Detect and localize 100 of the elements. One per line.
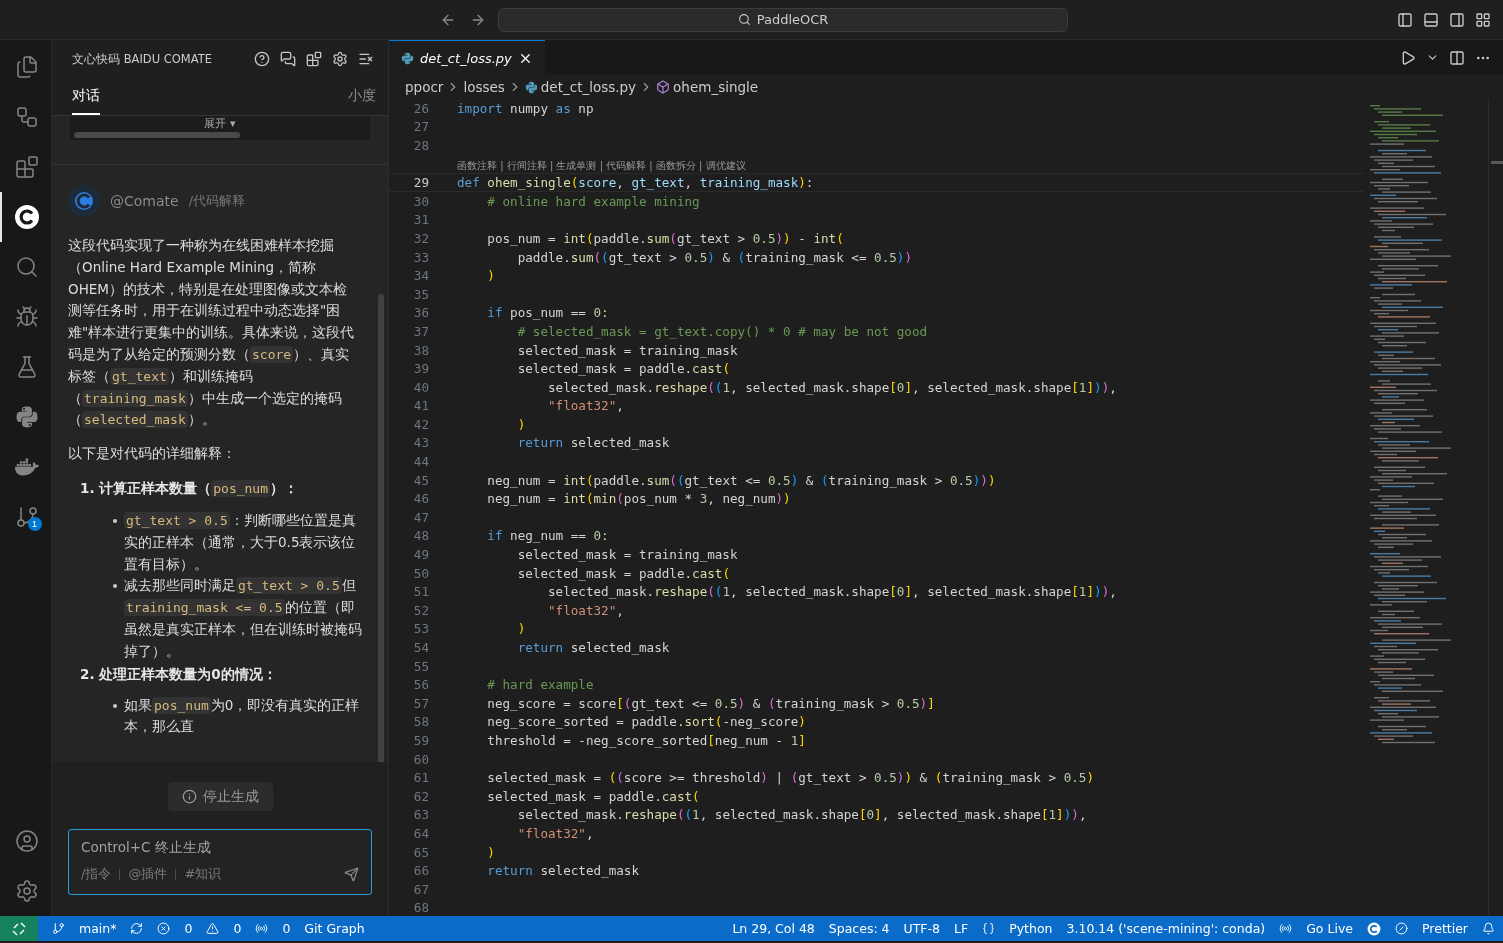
line-number: 47 <box>412 509 429 525</box>
breadcrumb-item[interactable]: ohem_single <box>673 79 759 95</box>
status-item[interactable]: Spaces: 4 <box>828 921 890 936</box>
line-number: 51 <box>412 584 429 600</box>
line-number: 57 <box>412 695 429 711</box>
stop-generating-button[interactable]: 停止生成 <box>167 782 273 811</box>
status-item[interactable]: 0 <box>233 921 242 936</box>
line-number: 49 <box>412 547 429 563</box>
code-line: return selected_mask <box>516 640 670 655</box>
split-editor-icon[interactable] <box>1449 49 1465 66</box>
status-item[interactable]: 0 <box>282 921 291 936</box>
shortcut-link[interactable]: #知识 <box>184 865 222 883</box>
status-item[interactable]: Go Live <box>1306 921 1353 936</box>
code-line: import numpy as np <box>457 100 594 116</box>
search-icon <box>737 13 751 26</box>
code-line: # online hard example mining <box>486 193 700 209</box>
line-number: 68 <box>412 900 429 916</box>
code-lens-actions[interactable]: 函数注释 | 行间注释 | 生成单测 | 代码解释 | 函数拆分 | 调优建议 <box>457 159 746 174</box>
cube-icon <box>656 80 671 94</box>
scrollbar-thumb[interactable] <box>378 294 384 762</box>
line-number: 39 <box>412 361 429 377</box>
line-number: 29 <box>412 175 429 191</box>
expand-toggle[interactable]: 展开 ▾ <box>204 118 236 130</box>
status-item[interactable]: main* <box>79 921 117 936</box>
code-line: "float32", <box>516 825 594 841</box>
search-icon <box>14 255 39 279</box>
code-line: ) <box>486 268 495 284</box>
status-item[interactable]: Ln 29, Col 48 <box>732 921 815 936</box>
line-number: 40 <box>412 379 429 395</box>
status-item[interactable]: 3.10.14 ('scene-mining': conda) <box>1066 921 1266 936</box>
status-item[interactable]: Git Graph <box>304 921 365 936</box>
status-item[interactable]: Prettier <box>1422 921 1468 936</box>
comate-icon <box>1367 921 1381 936</box>
code-line: neg_score_sorted = paddle.sort(-neg_score) <box>486 714 806 730</box>
layout-icon[interactable] <box>1475 11 1491 28</box>
bullet-dot <box>113 584 117 589</box>
files-icon <box>14 55 39 79</box>
status-item[interactable]: 0 <box>184 921 193 936</box>
line-number: 38 <box>412 342 429 358</box>
bullet-text: 减去那些同时满足 gt_text > 0.5 但 training_mask <= 0.5 的位置（即虽然是真实正样本，但在训练时被掩码掉了）。 <box>124 575 362 663</box>
breadcrumb-item[interactable]: ppocr <box>405 79 444 95</box>
line-number: 28 <box>412 138 429 153</box>
account-icon <box>14 829 39 853</box>
line-number: 55 <box>412 658 429 674</box>
line-number: 64 <box>412 825 429 841</box>
code-line: "float32", <box>547 398 624 414</box>
line-number: 45 <box>412 472 429 488</box>
clear-button[interactable] <box>358 51 374 67</box>
warning-icon <box>206 922 220 935</box>
breadcrumb-item[interactable]: det_ct_loss.py <box>540 79 637 95</box>
line-number: 63 <box>412 807 429 823</box>
code-line: selected_mask = ((score >= threshold) | (gt_text > 0.5)) & (training_mask > 0.5) <box>486 770 1095 786</box>
settings-button[interactable] <box>332 51 348 67</box>
status-item[interactable]: Python <box>1009 921 1053 936</box>
code-line: ) <box>516 621 526 637</box>
blocks-icon <box>306 51 322 67</box>
activity-bar-item[interactable]: 1 <box>0 492 52 542</box>
help-icon <box>254 51 270 67</box>
remote-icon <box>12 921 26 936</box>
status-item[interactable]: UTF-8 <box>903 921 941 936</box>
toggle-secondary-sidebar-icon[interactable] <box>1449 11 1465 28</box>
code-line: # hard example <box>486 677 594 693</box>
source-control-icon <box>14 505 39 529</box>
chat-input[interactable]: Control+C 终止生成 /指令 @插件 #知识 <box>68 829 372 895</box>
line-number: 65 <box>412 844 429 860</box>
chat-button[interactable] <box>280 51 296 67</box>
line-number: 50 <box>412 565 429 581</box>
code-line: # selected_mask = gt_text.copy() * 0 # may be not good <box>516 323 928 339</box>
toggle-sidebar-icon[interactable] <box>1397 11 1413 28</box>
scrollbar-thumb[interactable] <box>1491 161 1503 164</box>
line-number: 66 <box>412 863 429 879</box>
sync-icon <box>130 922 144 935</box>
line-number: 34 <box>412 268 429 284</box>
help-button[interactable] <box>254 51 270 67</box>
line-number: 67 <box>412 881 429 897</box>
code-line: if neg_num == 0: <box>486 528 609 544</box>
breadcrumb-item[interactable]: losses <box>463 79 505 95</box>
status-item[interactable]: LF <box>954 921 969 936</box>
code-line: return selected_mask <box>486 863 639 879</box>
code-line: selected_mask = paddle.cast( <box>516 361 730 377</box>
line-number: 44 <box>412 454 429 470</box>
line-number: 35 <box>412 286 429 302</box>
python-icon <box>14 405 39 429</box>
panel-tab[interactable]: 小度 <box>348 78 376 115</box>
run-debug-icon <box>14 305 39 329</box>
plugins-button[interactable] <box>306 51 322 67</box>
command-search-field[interactable]: PaddleOCR <box>498 7 1068 32</box>
line-number: 30 <box>412 193 429 209</box>
run-icon[interactable] <box>1400 49 1416 66</box>
send-button[interactable] <box>344 866 359 882</box>
shortcut-link[interactable]: @插件 <box>128 865 168 883</box>
bullet-dot <box>113 518 117 523</box>
line-number: 36 <box>412 305 429 321</box>
message-paragraph: 以下是对代码的详细解释： <box>68 444 237 464</box>
editor-tab[interactable]: det_ct_loss.py <box>389 40 545 75</box>
line-number: 62 <box>412 788 429 804</box>
shortcut-link[interactable]: /指令 <box>81 865 112 883</box>
comate-icon <box>13 204 40 230</box>
code-line: selected_mask.reshape((1, selected_mask.shape[0], selected_mask.shape[1])), <box>547 584 1117 600</box>
toggle-panel-icon[interactable] <box>1423 11 1439 28</box>
